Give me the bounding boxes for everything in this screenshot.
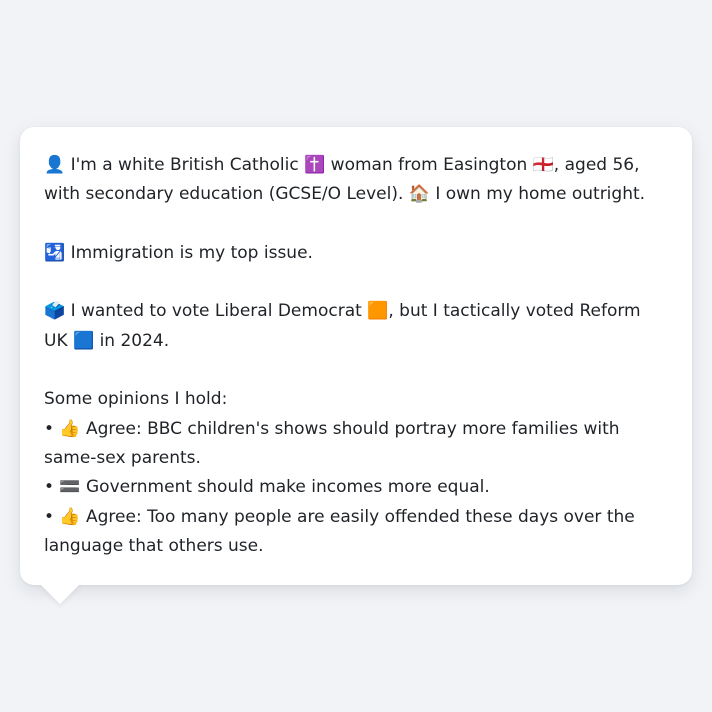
opinion-item: • 🟰 Government should make incomes more … (44, 477, 490, 498)
persona-card: 👤 I'm a white British Catholic ✝️ woman … (20, 127, 692, 585)
intro-text: 👤 I'm a white British Catholic ✝️ woman … (44, 155, 646, 205)
vote-text: 🗳️ I wanted to vote Liberal Democrat 🟧, … (44, 301, 641, 351)
speech-bubble-tail (40, 584, 80, 604)
opinion-item: • 👍 Agree: Too many people are easily of… (44, 506, 635, 556)
top-issue-text: 🛂 Immigration is my top issue. (44, 242, 313, 263)
opinion-item: • 👍 Agree: BBC children's shows should p… (44, 418, 620, 468)
opinions-heading: Some opinions I hold: (44, 389, 228, 410)
